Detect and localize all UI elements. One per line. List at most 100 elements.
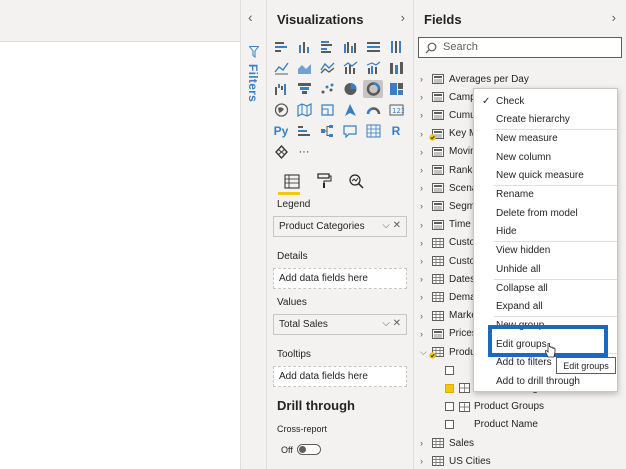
stacked-area-icon[interactable]: [317, 59, 337, 77]
key-influencers-icon[interactable]: [294, 122, 314, 140]
field-table-row[interactable]: › Movin: [420, 143, 476, 161]
more-icon[interactable]: ···: [294, 143, 314, 161]
fields-search-input[interactable]: Search: [418, 37, 622, 58]
chevron-right-icon[interactable]: ›: [420, 292, 430, 302]
field-table-row[interactable]: › Cumu: [420, 106, 476, 124]
chevron-right-icon[interactable]: ›: [420, 110, 430, 120]
r-script-icon[interactable]: R: [386, 122, 406, 140]
context-menu-item-check[interactable]: ✓ Check: [474, 92, 617, 110]
field-table-row[interactable]: › Prices: [420, 325, 477, 343]
context-menu-item-hide[interactable]: Hide: [474, 223, 617, 241]
field-table-row[interactable]: › Averages per Day: [420, 70, 529, 88]
chevron-right-icon[interactable]: ›: [420, 311, 430, 321]
chevron-right-icon[interactable]: ›: [420, 147, 430, 157]
field-table-row[interactable]: › Marke: [420, 307, 477, 325]
qa-icon[interactable]: [340, 122, 360, 140]
line-icon[interactable]: [271, 59, 291, 77]
filters-pane-collapsed[interactable]: ‹ Filters: [240, 0, 267, 469]
shape-map-icon[interactable]: [317, 101, 337, 119]
expand-filters-chevron-icon[interactable]: ‹: [248, 9, 253, 25]
field-table-row[interactable]: › Key M: [420, 125, 477, 143]
context-menu-item-new-quick-measure[interactable]: New quick measure: [474, 167, 617, 185]
gauge-icon[interactable]: [363, 101, 383, 119]
field-table-row[interactable]: › Camp: [420, 88, 476, 106]
cross-report-toggle[interactable]: [296, 444, 321, 455]
chevron-down-icon[interactable]: ⌵: [382, 220, 390, 231]
azure-map-icon[interactable]: [340, 101, 360, 119]
waterfall-icon[interactable]: [271, 80, 291, 98]
chevron-right-icon[interactable]: ›: [420, 183, 430, 193]
field-column-row[interactable]: [445, 361, 459, 379]
field-table-row[interactable]: › Dates: [420, 270, 475, 288]
chevron-right-icon[interactable]: ›: [420, 256, 430, 266]
values-well-field[interactable]: Total Sales ⌵ ✕: [273, 314, 407, 335]
field-checkbox[interactable]: [445, 402, 454, 412]
scatter-icon[interactable]: [317, 80, 337, 98]
chevron-right-icon[interactable]: ›: [420, 74, 430, 84]
donut-icon[interactable]: [363, 80, 383, 98]
map-icon[interactable]: [271, 101, 291, 119]
fields-tab-icon[interactable]: [281, 170, 303, 192]
chevron-right-icon[interactable]: ›: [420, 92, 430, 102]
100-column-icon[interactable]: [386, 38, 406, 56]
chevron-right-icon[interactable]: ›: [420, 329, 430, 339]
chevron-right-icon[interactable]: ›: [420, 201, 430, 211]
field-table-row[interactable]: › US Cities: [420, 452, 491, 469]
field-table-row[interactable]: › Dema: [420, 288, 476, 306]
context-menu-item-new-column[interactable]: New column: [474, 148, 617, 166]
chevron-down-icon[interactable]: ⌵: [382, 318, 390, 329]
field-column-row[interactable]: Product Groups: [445, 398, 544, 416]
context-menu-item-expand-all[interactable]: Expand all: [474, 298, 617, 316]
details-well-dropzone[interactable]: Add data fields here: [273, 268, 407, 289]
python-icon[interactable]: Py: [271, 122, 291, 140]
ribbon-icon[interactable]: [386, 59, 406, 77]
stacked-column-icon[interactable]: [294, 38, 314, 56]
filled-map-icon[interactable]: [294, 101, 314, 119]
field-checkbox[interactable]: [445, 420, 454, 430]
remove-field-close-icon[interactable]: ✕: [393, 220, 401, 231]
chevron-right-icon[interactable]: ›: [420, 438, 430, 448]
context-menu-item-add-to-drill-through[interactable]: Add to drill through: [474, 373, 617, 391]
field-table-row[interactable]: › Custo: [420, 252, 475, 270]
chevron-right-icon[interactable]: ›: [420, 238, 430, 248]
field-table-row[interactable]: › Sales: [420, 434, 474, 452]
context-menu-item-rename[interactable]: Rename: [474, 186, 617, 204]
area-icon[interactable]: [294, 59, 314, 77]
line-column-icon[interactable]: [340, 59, 360, 77]
chevron-right-icon[interactable]: ›: [420, 274, 430, 284]
context-menu-item-view-hidden[interactable]: View hidden: [474, 242, 617, 260]
report-canvas[interactable]: [0, 0, 240, 469]
remove-field-close-icon[interactable]: ✕: [393, 318, 401, 329]
clustered-column-icon[interactable]: [340, 38, 360, 56]
smart-narrative-icon[interactable]: [271, 143, 291, 161]
context-menu-item-create-hierarchy[interactable]: Create hierarchy: [474, 111, 617, 129]
context-menu-item-unhide-all[interactable]: Unhide all: [474, 260, 617, 278]
clustered-bar-icon[interactable]: [317, 38, 337, 56]
stacked-bar-icon[interactable]: [271, 38, 291, 56]
field-checkbox[interactable]: [445, 383, 454, 393]
field-table-row[interactable]: › Custo: [420, 234, 475, 252]
field-table-row[interactable]: › Time (: [420, 216, 477, 234]
tooltips-well-dropzone[interactable]: Add data fields here: [273, 366, 407, 387]
context-menu-item-new-measure[interactable]: New measure: [474, 129, 617, 147]
100-bar-icon[interactable]: [363, 38, 383, 56]
funnel-chart-icon[interactable]: [294, 80, 314, 98]
line-clustered-column-icon[interactable]: [363, 59, 383, 77]
legend-well-field[interactable]: Product Categories ⌵ ✕: [273, 216, 407, 237]
collapse-visualizations-chevron-icon[interactable]: ›: [401, 10, 405, 25]
chevron-right-icon[interactable]: ›: [420, 456, 430, 466]
collapse-fields-chevron-icon[interactable]: ›: [612, 10, 616, 25]
table-icon[interactable]: [363, 122, 383, 140]
treemap-icon[interactable]: [386, 80, 406, 98]
field-table-row[interactable]: › Rankin: [420, 161, 480, 179]
chevron-right-icon[interactable]: ›: [420, 165, 430, 175]
field-table-row[interactable]: › Segm: [420, 197, 475, 215]
field-checkbox[interactable]: [445, 365, 454, 375]
context-menu-item-collapse-all[interactable]: Collapse all: [474, 279, 617, 297]
field-table-row[interactable]: › Scena: [420, 179, 477, 197]
decomposition-tree-icon[interactable]: [317, 122, 337, 140]
context-menu-item-delete-from-model[interactable]: Delete from model: [474, 204, 617, 222]
filters-label[interactable]: Filters: [246, 64, 260, 102]
field-table-row[interactable]: ⌵ Produ: [420, 343, 476, 361]
format-paint-roller-icon[interactable]: [313, 170, 335, 192]
